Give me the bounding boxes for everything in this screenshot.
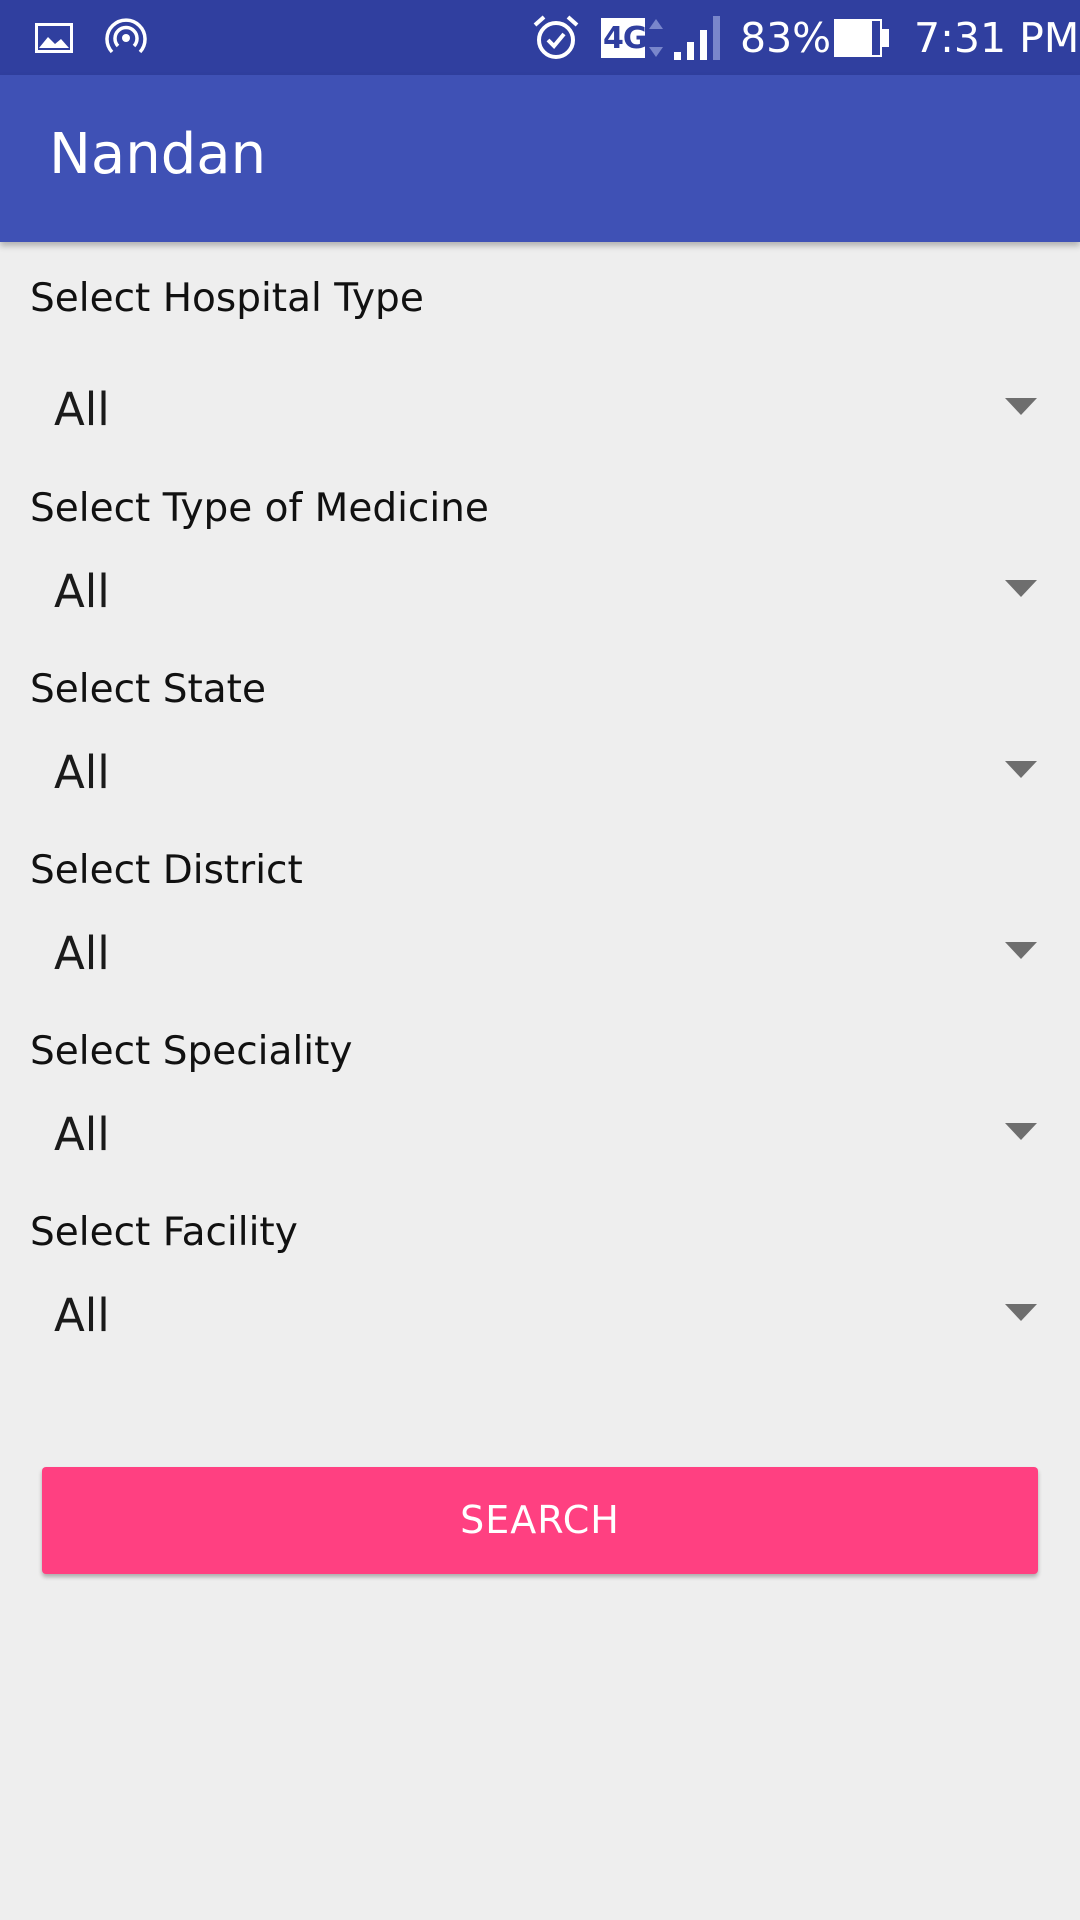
- hotspot-icon: [103, 0, 149, 75]
- battery-percent: 83%: [740, 14, 832, 62]
- state-dropdown[interactable]: All: [30, 728, 1050, 818]
- battery-icon: [832, 0, 892, 75]
- district-dropdown[interactable]: All: [30, 909, 1050, 999]
- medicine-type-label: Select Type of Medicine: [30, 486, 489, 531]
- facility-label: Select Facility: [30, 1210, 298, 1255]
- dropdown-arrow-icon: [1005, 398, 1037, 415]
- hospital-type-label: Select Hospital Type: [30, 276, 424, 321]
- alarm-icon: [530, 0, 582, 75]
- gallery-icon: [34, 0, 74, 75]
- medicine-type-dropdown[interactable]: All: [30, 547, 1050, 637]
- speciality-value: All: [54, 1108, 110, 1161]
- hospital-type-dropdown[interactable]: All: [30, 365, 1050, 455]
- district-label: Select District: [30, 848, 303, 893]
- app-title: Nandan: [49, 122, 267, 187]
- dropdown-arrow-icon: [1005, 942, 1037, 959]
- dropdown-arrow-icon: [1005, 761, 1037, 778]
- facility-value: All: [54, 1289, 110, 1342]
- dropdown-arrow-icon: [1005, 580, 1037, 597]
- search-button[interactable]: SEARCH: [42, 1467, 1038, 1574]
- app-bar: Nandan: [0, 75, 1080, 242]
- hospital-type-value: All: [54, 383, 110, 436]
- network-type-label: 4G: [603, 21, 648, 56]
- facility-dropdown[interactable]: All: [30, 1271, 1050, 1361]
- state-label: Select State: [30, 667, 266, 712]
- status-bar: 4G 83% 7:31 PM: [0, 0, 1080, 75]
- dropdown-arrow-icon: [1005, 1304, 1037, 1321]
- medicine-type-value: All: [54, 565, 110, 618]
- network-4g-icon: 4G: [600, 0, 668, 75]
- clock: 7:31 PM: [914, 14, 1080, 62]
- speciality-label: Select Speciality: [30, 1029, 353, 1074]
- signal-icon: [672, 0, 726, 75]
- speciality-dropdown[interactable]: All: [30, 1090, 1050, 1180]
- state-value: All: [54, 746, 110, 799]
- dropdown-arrow-icon: [1005, 1123, 1037, 1140]
- district-value: All: [54, 927, 110, 980]
